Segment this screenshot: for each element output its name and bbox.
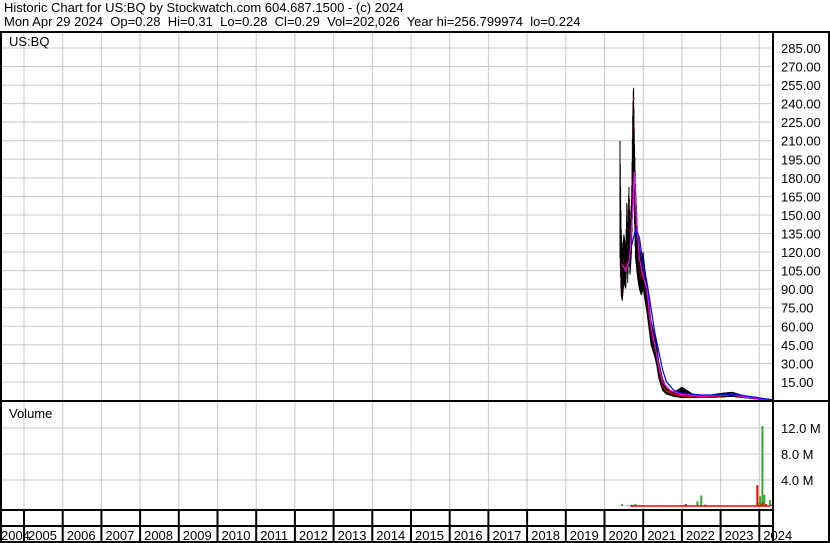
x-tick-label: 2023: [725, 528, 754, 543]
y-tick-label: 90.00: [781, 282, 814, 297]
outer-border: [0, 31, 830, 543]
y-tick-label: 255.00: [781, 78, 821, 93]
x-tick-label: 2013: [338, 528, 367, 543]
x-tick-label: 2014: [376, 528, 405, 543]
y-tick-label: 270.00: [781, 60, 821, 75]
chart-frame: [0, 31, 830, 543]
volume-bar: [761, 426, 764, 506]
x-tick-label: 2015: [415, 528, 444, 543]
volume-label: Volume: [9, 406, 52, 421]
volume-bar: [700, 495, 703, 506]
x-tick-label: 2024: [763, 528, 792, 543]
y-tick-label: 150.00: [781, 208, 821, 223]
x-tick-label: 2021: [647, 528, 676, 543]
x-tick-label: 2016: [454, 528, 483, 543]
y-tick-label: 30.00: [781, 356, 814, 371]
y-tick-label: 45.00: [781, 338, 814, 353]
price-volume-chart: 15.00 30.00 45.00 60.00 75.00 90.00 105.00 120.…: [0, 31, 830, 543]
x-tick-label: 2012: [299, 528, 328, 543]
volume-bar: [620, 504, 623, 506]
symbol-label: US:BQ: [9, 34, 49, 49]
chart-window: Historic Chart for US:BQ by Stockwatch.c…: [0, 0, 830, 543]
y-tick-label: 225.00: [781, 115, 821, 130]
y-tick-label: 60.00: [781, 319, 814, 334]
y-tick-label: 15.00: [781, 375, 814, 390]
x-tick-label: 2008: [144, 528, 173, 543]
x-tick-label: 2006: [67, 528, 96, 543]
y-tick-label: 135.00: [781, 227, 821, 242]
x-tick-label: 2019: [570, 528, 599, 543]
y-tick-label: 165.00: [781, 189, 821, 204]
x-tick-label: 2010: [222, 528, 251, 543]
x-tick-label: 2020: [609, 528, 638, 543]
x-tick-label: 2007: [105, 528, 134, 543]
volume-tick-label: 12.0 M: [781, 421, 821, 436]
y-tick-label: 240.00: [781, 97, 821, 112]
x-tick-label: 2004: [1, 528, 30, 543]
y-tick-label: 195.00: [781, 152, 821, 167]
x-tick-label: 2005: [28, 528, 57, 543]
volume-bar: [756, 485, 759, 506]
y-tick-label: 180.00: [781, 171, 821, 186]
x-tick-label: 2017: [492, 528, 521, 543]
grid: [0, 32, 773, 543]
volume-bar: [770, 504, 773, 506]
x-tick-label: 2009: [183, 528, 212, 543]
close-tick: [633, 97, 635, 100]
y-tick-label: 75.00: [781, 301, 814, 316]
volume-tick-label: 8.0 M: [781, 447, 814, 462]
y-tick-label: 120.00: [781, 245, 821, 260]
long-moving-average-line: [631, 228, 773, 401]
y-tick-label: 105.00: [781, 264, 821, 279]
y-tick-label: 285.00: [781, 41, 821, 56]
x-tick-label: 2018: [531, 528, 560, 543]
x-tick-label: 2022: [686, 528, 715, 543]
close-tick: [633, 127, 635, 130]
price-series: [619, 87, 773, 402]
volume-tick-label: 4.0 M: [781, 473, 814, 488]
volume-bar: [626, 505, 629, 506]
x-tick-label: 2011: [260, 528, 288, 543]
y-tick-label: 210.00: [781, 134, 821, 149]
